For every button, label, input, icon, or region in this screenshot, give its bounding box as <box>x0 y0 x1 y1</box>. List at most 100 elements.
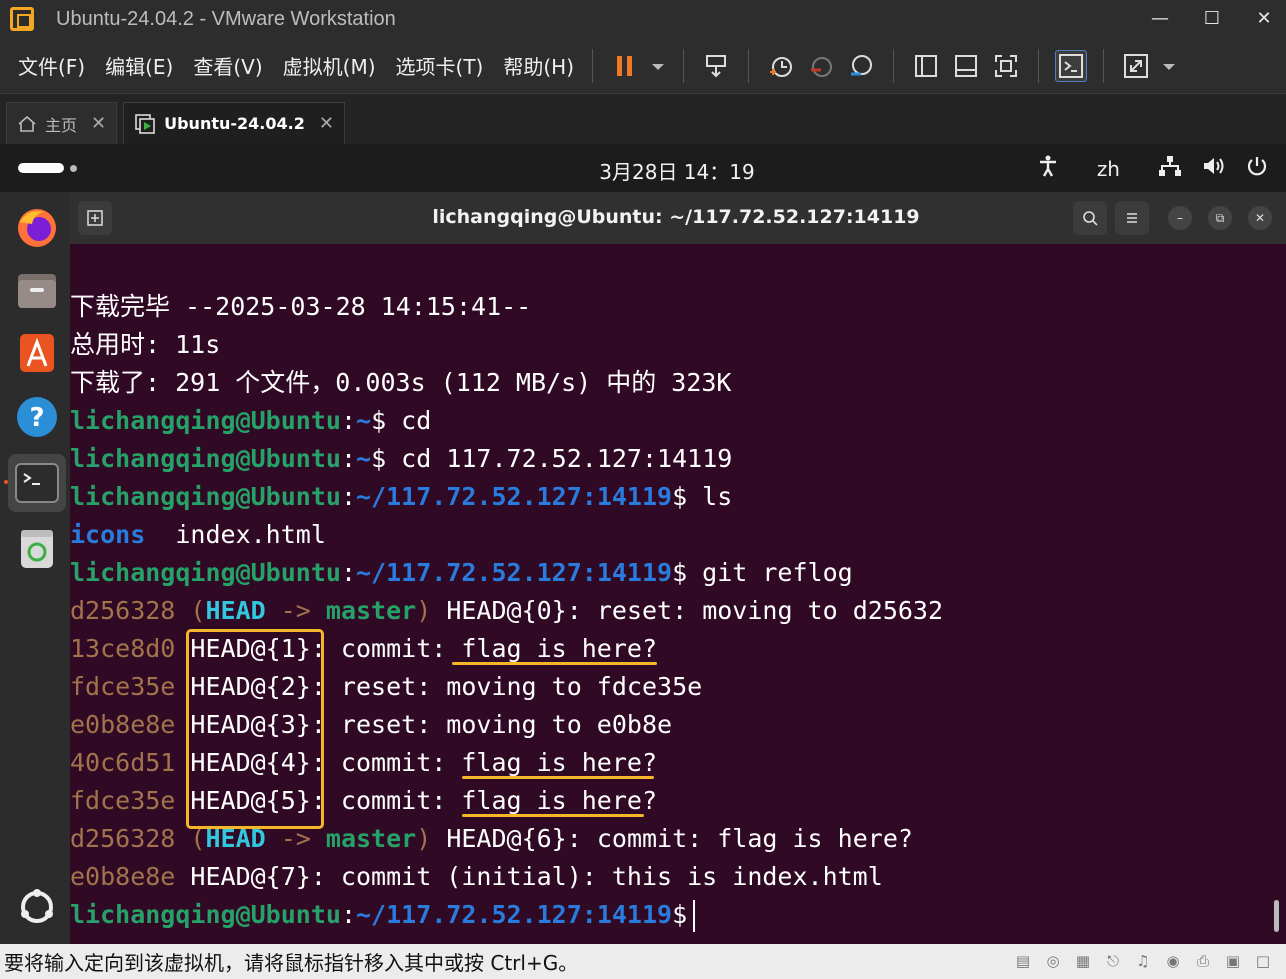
menu-tabs[interactable]: 选项卡(T) <box>396 51 484 80</box>
prompt-path: ~/117.72.52.127:14119 <box>356 900 673 929</box>
reflog-entry: fdce35e HEAD@{2}: reset: moving to fdce3… <box>70 668 702 706</box>
menu-file[interactable]: 文件(F) <box>18 51 85 80</box>
prompt-path: ~/117.72.52.127:14119 <box>356 558 673 587</box>
input-language[interactable]: zh <box>1097 157 1120 181</box>
sidebar-icon[interactable] <box>910 50 942 82</box>
highlight-box <box>186 629 324 829</box>
cd-drive-icon[interactable]: ◎ <box>1042 950 1064 972</box>
close-icon[interactable]: ✕ <box>1248 206 1272 230</box>
send-keys-icon[interactable] <box>700 50 732 82</box>
underline-annotation <box>452 662 657 665</box>
network-adapter-icon[interactable]: ▦ <box>1072 950 1094 972</box>
commit-hash: e0b8e8e <box>70 862 176 891</box>
tab-vm-label: Ubuntu-24.04.2 <box>164 114 305 133</box>
head-ref: HEAD <box>205 596 266 625</box>
home-icon <box>17 114 37 134</box>
volume-icon[interactable] <box>1202 155 1226 182</box>
fullscreen-icon[interactable] <box>990 50 1022 82</box>
device-icons: ▤ ◎ ▦ ⎋ ♫ ◉ ⎙ ▣ □ <box>1012 950 1274 972</box>
reflog-text: HEAD@{7}: commit (initial): this is inde… <box>190 862 883 891</box>
menu-bar: 文件(F) 编辑(E) 查看(V) 虚拟机(M) 选项卡(T) 帮助(H) <box>0 38 1286 94</box>
trash-icon[interactable] <box>12 524 62 574</box>
display-icon[interactable]: ▣ <box>1222 950 1244 972</box>
menu-help[interactable]: 帮助(H) <box>503 51 574 80</box>
menu-edit[interactable]: 编辑(E) <box>105 51 173 80</box>
camera-icon[interactable]: ◉ <box>1162 950 1184 972</box>
firefox-icon[interactable] <box>12 202 62 252</box>
power-icon[interactable] <box>1246 155 1268 182</box>
toolbar-separator <box>893 48 895 83</box>
prompt-user: lichangqing@Ubuntu <box>70 558 341 587</box>
search-icon[interactable] <box>1073 201 1107 235</box>
close-tab-icon[interactable]: ✕ <box>319 113 334 134</box>
tab-vm[interactable]: Ubuntu-24.04.2 ✕ <box>123 102 345 144</box>
terminal-dock-icon[interactable] <box>4 454 66 512</box>
restore-icon[interactable]: ⧉ <box>1208 206 1232 230</box>
accessibility-icon[interactable] <box>1037 154 1059 183</box>
terminal-headerbar: lichangqing@Ubuntu: ~/117.72.52.127:1411… <box>70 192 1286 244</box>
terminal-scrollbar[interactable] <box>1274 900 1279 932</box>
text-cursor <box>693 900 696 932</box>
prompt-user: lichangqing@Ubuntu <box>70 900 341 929</box>
commit-hash: fdce35e <box>70 672 176 701</box>
toolbar-separator <box>1038 48 1040 83</box>
close-tab-icon[interactable]: ✕ <box>91 113 106 134</box>
stretch-icon[interactable] <box>1120 50 1152 82</box>
thumbnail-bar-icon[interactable] <box>950 50 982 82</box>
prompt-line: lichangqing@Ubuntu:~/117.72.52.127:14119… <box>70 554 853 592</box>
prompt-line: lichangqing@Ubuntu:~/117.72.52.127:14119… <box>70 478 732 516</box>
sound-card-icon[interactable]: ♫ <box>1132 950 1154 972</box>
message-icon[interactable]: □ <box>1252 950 1274 972</box>
prompt-user: lichangqing@Ubuntu <box>70 406 341 435</box>
maximize-icon[interactable]: ☐ <box>1200 6 1224 30</box>
menu-view[interactable]: 查看(V) <box>193 51 262 80</box>
close-icon[interactable]: ✕ <box>1252 6 1276 30</box>
terminal-output[interactable]: 下载完毕 --2025-03-28 14:15:41-- 总用时: 11s 下载… <box>70 244 1286 944</box>
status-bar: 要将输入定向到该虚拟机，请将鼠标指针移入其中或按 Ctrl+G。 ▤ ◎ ▦ ⎋… <box>0 944 1286 979</box>
prompt-path: ~ <box>356 406 372 435</box>
files-icon[interactable] <box>12 266 62 316</box>
prompt-path: ~ <box>356 444 372 473</box>
minimize-icon[interactable]: – <box>1168 206 1192 230</box>
printer-icon[interactable]: ⎙ <box>1192 950 1214 972</box>
snapshot-manager-icon[interactable] <box>845 50 877 82</box>
pause-icon[interactable] <box>609 50 641 82</box>
hard-disk-icon[interactable]: ▤ <box>1012 950 1034 972</box>
prompt-user: lichangqing@Ubuntu <box>70 482 341 511</box>
revert-snapshot-icon[interactable] <box>805 50 837 82</box>
prompt-colon: : <box>340 558 356 587</box>
window-title: Ubuntu-24.04.2 - VMware Workstation <box>56 7 396 30</box>
commit-hash: d256328 <box>70 596 176 625</box>
minimize-icon[interactable]: — <box>1148 6 1172 30</box>
prompt-user: lichangqing@Ubuntu <box>70 444 341 473</box>
tab-bar: 主页 ✕ Ubuntu-24.04.2 ✕ <box>0 94 1286 144</box>
prompt-colon: : <box>340 406 356 435</box>
menu-vm[interactable]: 虚拟机(M) <box>283 51 376 80</box>
chevron-down-icon[interactable] <box>1160 50 1178 82</box>
show-apps-icon[interactable] <box>12 882 62 932</box>
status-message: 要将输入定向到该虚拟机，请将鼠标指针移入其中或按 Ctrl+G。 <box>4 951 579 975</box>
command-text: $ cd <box>371 406 432 435</box>
app-center-icon[interactable] <box>12 328 62 378</box>
chevron-down-icon[interactable] <box>649 50 667 82</box>
help-icon[interactable]: ? <box>12 392 62 442</box>
toolbar-separator <box>748 48 750 83</box>
usb-icon[interactable]: ⎋ <box>1102 950 1124 972</box>
ref-decoration: ) <box>416 596 447 625</box>
ls-file: index.html <box>145 520 326 549</box>
prompt-colon: : <box>340 444 356 473</box>
prompt-path: ~/117.72.52.127:14119 <box>356 482 673 511</box>
snapshot-icon[interactable] <box>765 50 797 82</box>
window-controls: — ☐ ✕ <box>1148 6 1276 30</box>
output-line: 总用时: 11s <box>70 330 221 359</box>
panel-status-area[interactable]: zh <box>1037 154 1268 183</box>
hamburger-menu-icon[interactable] <box>1115 201 1149 235</box>
branch-ref: master <box>325 596 417 625</box>
vmware-logo-icon <box>10 7 34 31</box>
tab-home[interactable]: 主页 ✕ <box>6 102 118 144</box>
commit-hash: 40c6d51 <box>70 748 176 777</box>
reflog-entry: d256328 (HEAD -> master) HEAD@{0}: reset… <box>70 592 943 630</box>
console-view-icon[interactable] <box>1055 49 1088 82</box>
ref-decoration: ) <box>416 824 447 853</box>
network-icon[interactable] <box>1158 155 1182 182</box>
